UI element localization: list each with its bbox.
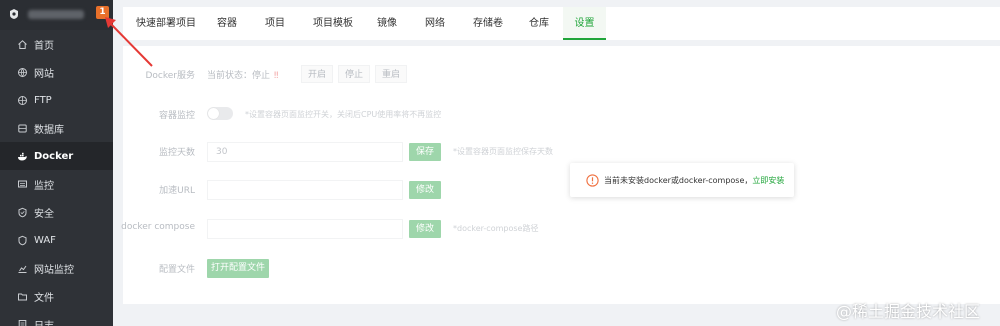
sidebar-item-logs[interactable]: 日志: [0, 310, 113, 326]
sidebar-item-waf[interactable]: WAF: [0, 226, 113, 254]
database-icon: [17, 123, 28, 134]
install-warning-toast: 当前未安装docker或docker-compose， 立即安装: [570, 163, 794, 197]
mirror-url-input[interactable]: [207, 180, 403, 200]
sidebar-item-database[interactable]: 数据库: [0, 114, 113, 142]
sidebar-item-label: 首页: [34, 40, 54, 52]
open-config-button[interactable]: 打开配置文件: [207, 259, 269, 278]
container-monitor-hint: *设置容器页面监控开关，关闭后CPU使用率将不再监控: [245, 110, 442, 119]
restart-button[interactable]: 重启: [375, 65, 408, 83]
sidebar-item-label: 文件: [34, 292, 54, 304]
tab-bar: 快速部署项目 容器 项目 项目模板 镜像 网络 存储卷 仓库 设置: [123, 7, 1000, 40]
notification-badge[interactable]: 1: [96, 6, 109, 19]
ftp-icon: [17, 95, 28, 106]
waf-icon: [17, 235, 28, 246]
monitor-icon: [17, 179, 28, 190]
mirror-url-label: 加速URL: [159, 186, 195, 196]
logo-icon: [8, 8, 20, 20]
sidebar-item-security[interactable]: 安全: [0, 198, 113, 226]
monitor-days-hint: *设置容器页面监控保存天数: [453, 147, 553, 156]
modify-mirror-button[interactable]: 修改: [409, 181, 441, 199]
container-monitor-label: 容器监控: [158, 111, 195, 121]
sidebar-item-docker[interactable]: Docker: [0, 142, 113, 170]
container-monitor-row: 容器监控 *设置容器页面监控开关，关闭后CPU使用率将不再监控: [123, 105, 1000, 125]
globe-icon: [17, 67, 28, 78]
tab-projects[interactable]: 项目: [265, 7, 285, 40]
config-file-label: 配置文件: [158, 265, 195, 275]
sidebar-item-label: FTP: [34, 94, 52, 106]
tab-volumes[interactable]: 存储卷: [473, 7, 503, 40]
sidebar-item-label: WAF: [34, 234, 56, 246]
home-icon: [17, 39, 28, 50]
docker-service-label: Docker服务: [145, 71, 195, 81]
monitor-days-label: 监控天数: [158, 148, 195, 158]
docker-service-row: Docker服务 当前状态：停止 ‼ 开启 停止 重启: [123, 65, 1000, 85]
server-name-blurred: [28, 10, 84, 19]
sidebar: 1 首页 网站 FTP 数据库 Docker 监控 安全 WAF 网站监控 文件: [0, 0, 113, 326]
tab-settings[interactable]: 设置: [563, 7, 606, 40]
start-button[interactable]: 开启: [301, 65, 334, 83]
settings-panel: Docker服务 当前状态：停止 ‼ 开启 停止 重启 容器监控 *设置容器页面监…: [121, 46, 1000, 304]
sidebar-item-site-monitor[interactable]: 网站监控: [0, 254, 113, 282]
sidebar-item-website[interactable]: 网站: [0, 58, 113, 86]
sidebar-item-label: 网站监控: [34, 264, 74, 276]
service-status: 当前状态：停止 ‼: [207, 68, 278, 81]
sidebar-item-label: 日志: [34, 320, 54, 326]
docker-icon: [17, 151, 28, 162]
modify-compose-button[interactable]: 修改: [409, 220, 441, 238]
tab-project-templates[interactable]: 项目模板: [313, 7, 353, 40]
sidebar-header: 1: [0, 0, 113, 30]
sidebar-item-home[interactable]: 首页: [0, 30, 113, 58]
docker-compose-input[interactable]: [207, 219, 403, 239]
config-file-row: 配置文件 打开配置文件: [123, 259, 1000, 279]
service-status-text: 当前状态：停止: [207, 71, 271, 81]
sidebar-item-files[interactable]: 文件: [0, 282, 113, 310]
sidebar-item-label: Docker: [34, 150, 74, 162]
monitor-days-row: 监控天数 30 保存 *设置容器页面监控保存天数: [123, 142, 1000, 162]
folder-icon: [17, 291, 28, 302]
sidebar-item-monitor[interactable]: 监控: [0, 170, 113, 198]
shield-icon: [17, 207, 28, 218]
tab-images[interactable]: 镜像: [377, 7, 397, 40]
sidebar-item-label: 网站: [34, 68, 54, 80]
sidebar-item-ftp[interactable]: FTP: [0, 86, 113, 114]
mirror-url-row: 加速URL 修改: [123, 180, 1000, 200]
tab-networks[interactable]: 网络: [425, 7, 445, 40]
sidebar-item-label: 安全: [34, 208, 54, 220]
sidebar-item-label: 数据库: [34, 124, 64, 136]
monitor-days-input[interactable]: 30: [207, 142, 403, 162]
tab-containers[interactable]: 容器: [217, 7, 237, 40]
save-button[interactable]: 保存: [409, 143, 441, 161]
tab-quick-deploy[interactable]: 快速部署项目: [136, 7, 196, 40]
docker-compose-hint: *docker-compose路径: [453, 224, 539, 233]
stop-button[interactable]: 停止: [338, 65, 371, 83]
status-warning-icon: ‼: [274, 71, 279, 81]
toast-message: 当前未安装docker或docker-compose，: [604, 175, 753, 185]
watermark: @稀土掘金技术社区: [836, 302, 981, 321]
docker-compose-label: docker compose: [121, 222, 195, 232]
container-monitor-toggle[interactable]: [207, 107, 233, 120]
log-icon: [17, 319, 28, 326]
chart-icon: [17, 263, 28, 274]
sidebar-item-label: 监控: [34, 180, 54, 192]
install-now-link[interactable]: 立即安装: [752, 175, 784, 186]
docker-compose-row: docker compose 修改 *docker-compose路径: [121, 219, 1000, 239]
tab-registry[interactable]: 仓库: [529, 7, 549, 40]
warning-icon: [586, 173, 599, 187]
